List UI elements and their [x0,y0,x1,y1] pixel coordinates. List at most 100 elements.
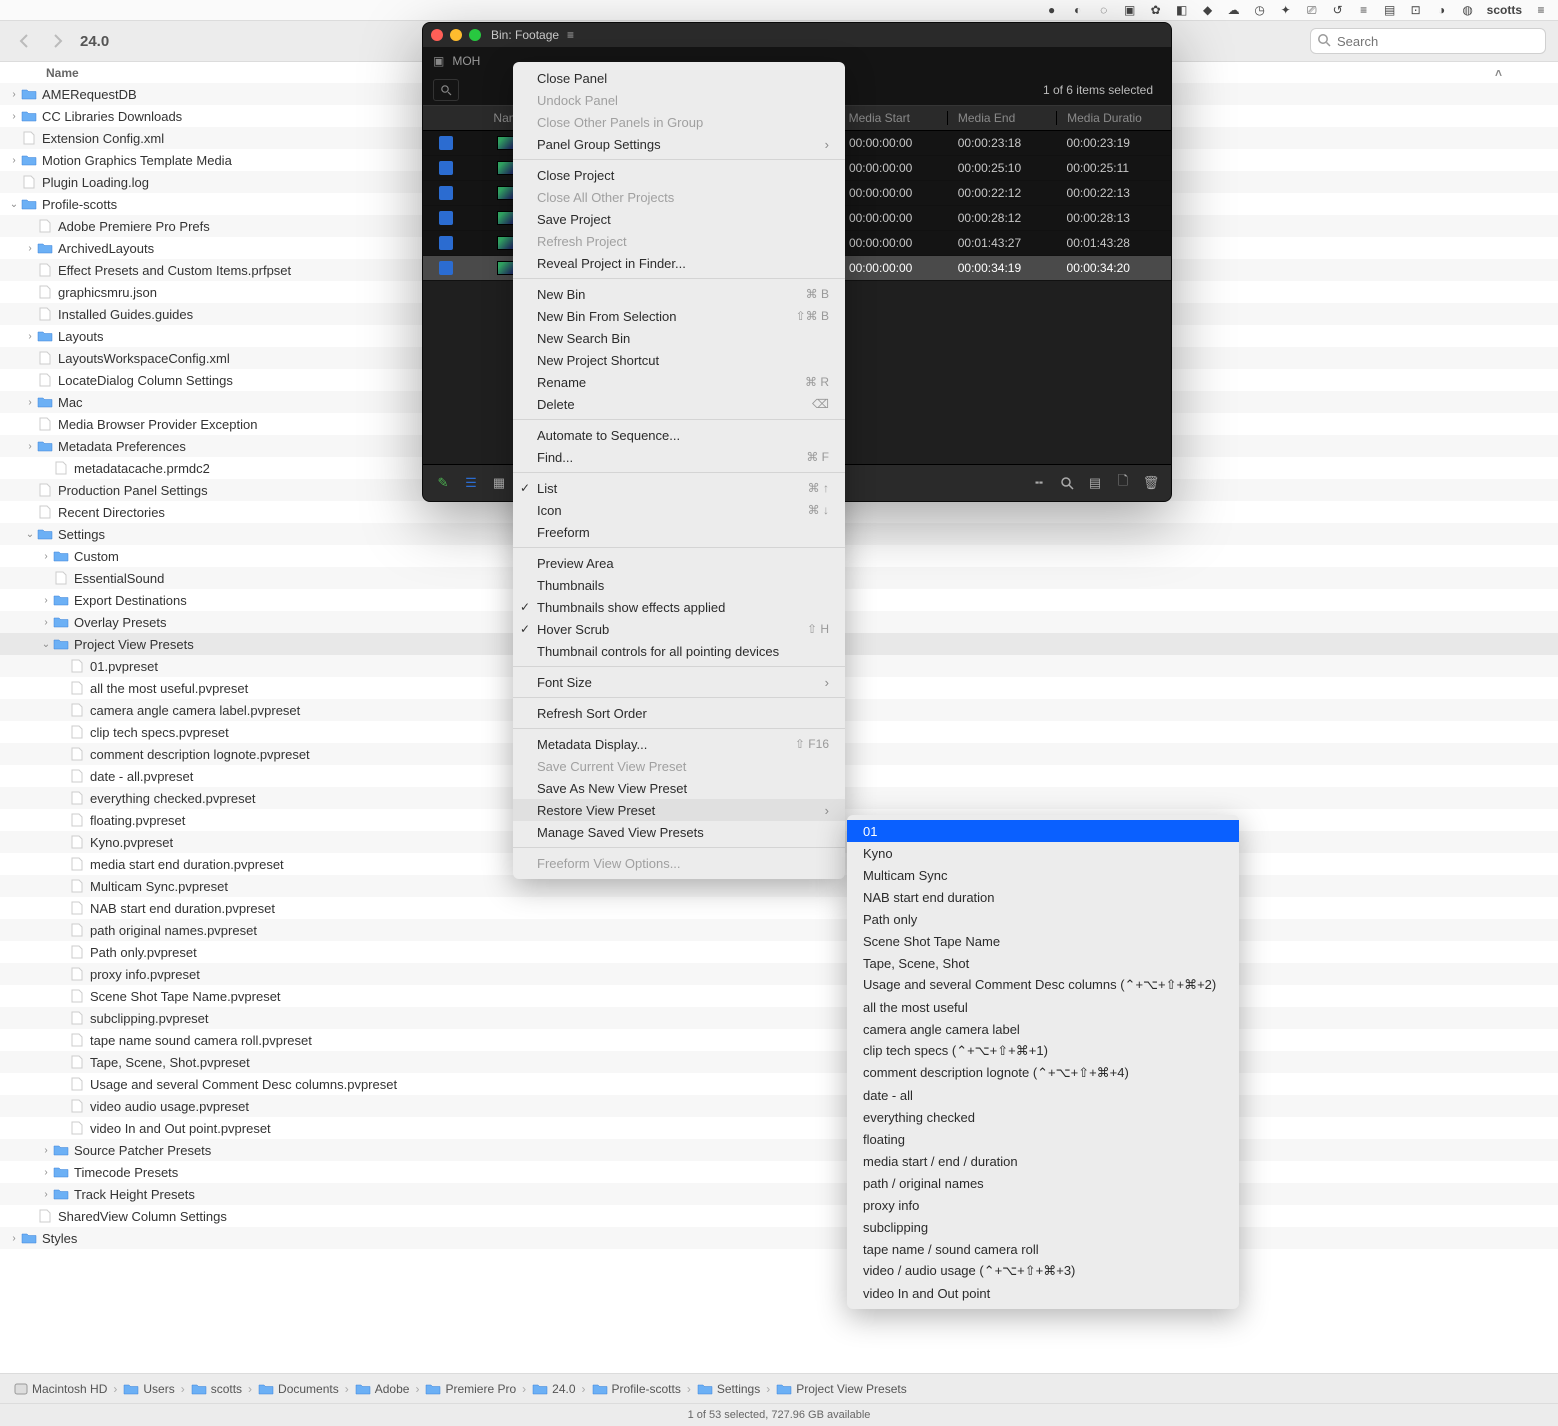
menu-item[interactable]: Reveal Project in Finder... [513,252,845,274]
tray-icon[interactable]: ≡ [1534,3,1548,17]
menu-item[interactable]: Rename⌘ R [513,371,845,393]
panel-context-menu[interactable]: Close PanelUndock PanelClose Other Panel… [513,62,845,879]
disclosure-icon[interactable]: ⌄ [24,529,36,540]
close-icon[interactable] [431,29,443,41]
menu-item[interactable]: Find...⌘ F [513,446,845,468]
file-row[interactable]: ›Track Height Presets [0,1183,1558,1205]
tray-icon[interactable]: ◑ [1435,3,1449,17]
breadcrumb[interactable]: Profile-scotts [592,1382,681,1396]
submenu-item[interactable]: proxy info [847,1194,1239,1216]
submenu-item[interactable]: Usage and several Comment Desc columns (… [847,974,1239,996]
path-bar[interactable]: Macintosh HD›Users›scotts›Documents›Adob… [0,1373,1558,1404]
file-row[interactable]: ›Source Patcher Presets [0,1139,1558,1161]
menu-item[interactable]: ✓Thumbnails show effects applied [513,596,845,618]
tray-icon[interactable]: ✿ [1149,3,1163,17]
file-row[interactable]: path original names.pvpreset [0,919,1558,941]
panel-titlebar[interactable]: Bin: Footage ≡ [423,23,1171,47]
disclosure-icon[interactable]: › [24,331,36,342]
menu-item[interactable]: Automate to Sequence... [513,424,845,446]
new-bin-icon[interactable]: ▤ [1085,473,1105,493]
tray-icon[interactable]: ◧ [1175,3,1189,17]
menu-item[interactable]: Close Panel [513,67,845,89]
minimize-icon[interactable] [450,29,462,41]
forward-button[interactable] [46,29,70,53]
tray-icon[interactable]: ⊡ [1409,3,1423,17]
submenu-item[interactable]: all the most useful [847,996,1239,1018]
menu-item[interactable]: New Project Shortcut [513,349,845,371]
tray-icon[interactable]: ◐ [1071,3,1085,17]
file-row[interactable]: video In and Out point.pvpreset [0,1117,1558,1139]
menu-item[interactable]: Panel Group Settings› [513,133,845,155]
submenu-item[interactable]: NAB start end duration [847,886,1239,908]
tray-icon[interactable]: ● [1045,3,1059,17]
breadcrumb[interactable]: Premiere Pro [425,1382,516,1396]
tray-icon[interactable]: ▤ [1383,3,1397,17]
submenu-item[interactable]: Path only [847,908,1239,930]
disclosure-icon[interactable]: › [8,89,20,100]
file-row[interactable]: proxy info.pvpreset [0,963,1558,985]
submenu-item[interactable]: floating [847,1128,1239,1150]
file-row[interactable]: NAB start end duration.pvpreset [0,897,1558,919]
menu-item[interactable]: Preview Area [513,552,845,574]
col-media-start[interactable]: Media Start [839,111,948,125]
menu-item[interactable]: Metadata Display...⇧ F16 [513,733,845,755]
disclosure-icon[interactable]: › [40,1167,52,1178]
search-field[interactable] [1310,28,1546,54]
file-row[interactable]: tape name sound camera roll.pvpreset [0,1029,1558,1051]
file-row[interactable]: Path only.pvpreset [0,941,1558,963]
search-input[interactable] [1310,28,1546,54]
disclosure-icon[interactable]: › [40,1189,52,1200]
disclosure-icon[interactable]: › [8,155,20,166]
sort-indicator-icon[interactable]: ˄ [1495,66,1502,80]
disclosure-icon[interactable]: ⌄ [40,639,52,650]
zoom-slider-icon[interactable]: ╍ [1029,473,1049,493]
tab-label[interactable]: MOH [452,54,480,68]
menu-item[interactable]: Restore View Preset› [513,799,845,821]
menu-item[interactable]: New Bin⌘ B [513,283,845,305]
file-row[interactable]: Tape, Scene, Shot.pvpreset [0,1051,1558,1073]
find-icon[interactable] [1057,473,1077,493]
submenu-item[interactable]: media start / end / duration [847,1150,1239,1172]
breadcrumb[interactable]: Adobe [355,1382,410,1396]
zoom-icon[interactable] [469,29,481,41]
tray-icon[interactable]: ≡ [1357,3,1371,17]
tray-icon[interactable]: ☁ [1227,3,1241,17]
breadcrumb[interactable]: Macintosh HD [14,1382,107,1396]
tray-icon[interactable]: ↺ [1331,3,1345,17]
menu-item[interactable]: Save Project [513,208,845,230]
file-row[interactable]: ›Timecode Presets [0,1161,1558,1183]
submenu-item[interactable]: video / audio usage (⌃+⌥+⇧+⌘+3) [847,1260,1239,1282]
menu-item[interactable]: Manage Saved View Presets [513,821,845,843]
file-row[interactable]: Usage and several Comment Desc columns.p… [0,1073,1558,1095]
disclosure-icon[interactable]: › [8,111,20,122]
filter-input[interactable] [433,79,459,101]
back-button[interactable] [12,29,36,53]
file-row[interactable]: subclipping.pvpreset [0,1007,1558,1029]
disclosure-icon[interactable]: › [8,1233,20,1244]
panel-menu-icon[interactable]: ≡ [567,28,574,42]
submenu-item[interactable]: Tape, Scene, Shot [847,952,1239,974]
new-item-icon[interactable]: 🗋 [1113,473,1133,493]
col-media-duration[interactable]: Media Duratio [1057,111,1171,125]
file-row[interactable]: video audio usage.pvpreset [0,1095,1558,1117]
tray-icon[interactable]: ◆ [1201,3,1215,17]
submenu-item[interactable]: path / original names [847,1172,1239,1194]
submenu-item[interactable]: video In and Out point [847,1282,1239,1304]
tray-icon[interactable]: ▣ [1123,3,1137,17]
breadcrumb[interactable]: 24.0 [532,1382,575,1396]
submenu-item[interactable]: Scene Shot Tape Name [847,930,1239,952]
menu-item[interactable]: Thumbnail controls for all pointing devi… [513,640,845,662]
menu-item[interactable]: ✓Hover Scrub⇧ H [513,618,845,640]
menu-item[interactable]: Font Size› [513,671,845,693]
tray-icon[interactable]: ◌ [1097,3,1111,17]
disclosure-icon[interactable]: › [24,397,36,408]
breadcrumb[interactable]: Settings [697,1382,760,1396]
breadcrumb[interactable]: Documents [258,1382,339,1396]
menu-item[interactable]: Icon⌘ ↓ [513,499,845,521]
submenu-item[interactable]: 01 [847,820,1239,842]
disclosure-icon[interactable]: ⌄ [8,199,20,210]
trash-icon[interactable]: 🗑 [1141,473,1161,493]
disclosure-icon[interactable]: › [24,441,36,452]
disclosure-icon[interactable]: › [24,243,36,254]
submenu-item[interactable]: everything checked [847,1106,1239,1128]
